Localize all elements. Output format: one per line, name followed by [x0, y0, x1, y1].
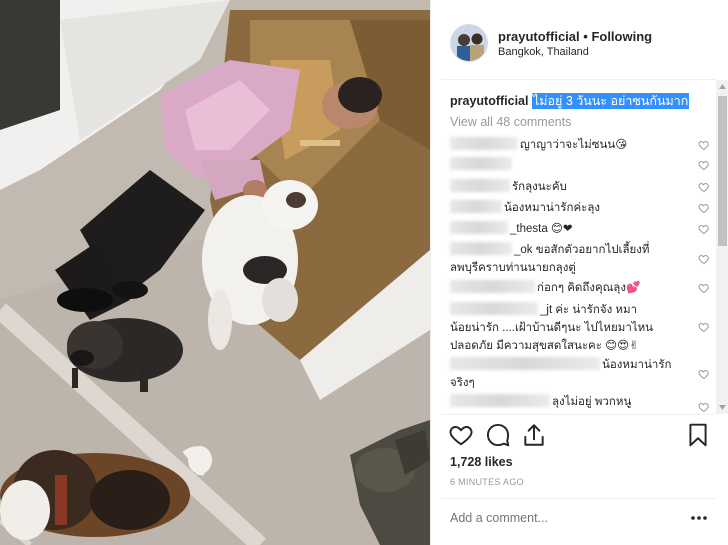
- comment-text: _thesta 😊❤: [510, 223, 573, 235]
- following-button[interactable]: Following: [591, 29, 652, 44]
- comment-text: ลุงไม่อยู่ พวกหนู: [552, 396, 632, 408]
- avatar[interactable]: [450, 24, 488, 62]
- blurred-username: [450, 157, 512, 170]
- comments-list: prayutofficial ไม่อยู่ 3 วันนะ อย่าซนกัน…: [431, 86, 728, 414]
- small-heart-icon[interactable]: [698, 139, 710, 151]
- small-heart-icon[interactable]: [698, 321, 710, 333]
- post-side-panel: prayutofficial • Following Bangkok, Thai…: [430, 0, 728, 545]
- comment-row: ลุงไม่อยู่ พวกหนู: [450, 393, 710, 413]
- comment-row: ก่อกๆ คิดถึงคุณลุง💕: [450, 279, 710, 297]
- likes-count[interactable]: 1,728 likes: [450, 455, 513, 469]
- comment-row: [450, 156, 710, 174]
- small-heart-icon[interactable]: [698, 368, 710, 380]
- blurred-username: [450, 357, 600, 370]
- blurred-username: [450, 137, 518, 150]
- blurred-username: [450, 221, 508, 234]
- caption-username[interactable]: prayutofficial: [450, 94, 529, 108]
- scroll-down-arrow-icon[interactable]: [716, 400, 728, 414]
- location-link[interactable]: Bangkok, Thailand: [498, 46, 589, 58]
- blurred-username: [450, 394, 550, 407]
- comment-text: น้องหมาน่ารัก: [602, 359, 672, 371]
- comment-text-line: จริงๆ: [450, 377, 475, 389]
- separator-dot: •: [583, 29, 588, 44]
- small-heart-icon[interactable]: [698, 202, 710, 214]
- post-photo: [0, 0, 430, 545]
- avatar-image: [451, 25, 487, 61]
- comment-row: _ok ขอสักตัวอยากไปเลี้ยงที่ ลพบุรีคราบท่…: [450, 241, 710, 277]
- comment-text: _jt ค่ะ น่ารักจัง หมา: [540, 304, 638, 316]
- comment-row: ญาญาว่าจะไม่ซนน😘: [450, 136, 710, 154]
- add-comment-input[interactable]: [450, 511, 670, 525]
- view-all-comments-link[interactable]: View all 48 comments: [450, 115, 571, 129]
- comment-text: _ok ขอสักตัวอยากไปเลี้ยงที่: [514, 244, 650, 256]
- post-actions: [431, 420, 728, 452]
- small-heart-icon[interactable]: [698, 223, 710, 235]
- post-image: [0, 0, 430, 545]
- small-heart-icon[interactable]: [698, 159, 710, 171]
- comment-row: รักลุงนะคับ: [450, 178, 710, 196]
- caption-text: ไม่อยู่ 3 วันนะ อย่าซนกันมาก: [531, 93, 690, 109]
- scrollbar-thumb[interactable]: [718, 96, 727, 246]
- blurred-username: [450, 242, 512, 255]
- blurred-username: [450, 302, 538, 315]
- post-header: prayutofficial • Following Bangkok, Thai…: [431, 0, 728, 76]
- post-timestamp: 6 MINUTES AGO: [450, 477, 524, 487]
- small-heart-icon[interactable]: [698, 253, 710, 265]
- comment-text-line: ปลอดภัย มีความสุขสดใสนะคะ 😊😍✌: [450, 340, 639, 352]
- small-heart-icon[interactable]: [698, 181, 710, 193]
- comment-row: _thesta 😊❤: [450, 220, 710, 238]
- comment-row: _jt ค่ะ น่ารักจัง หมา น้อยน่ารัก ....เฝ้…: [450, 301, 710, 355]
- heart-outline-icon[interactable]: [448, 422, 474, 448]
- comment-text: ญาญาว่าจะไม่ซนน😘: [520, 139, 628, 151]
- blurred-username: [450, 179, 510, 192]
- comment-text-line: ลพบุรีคราบท่านนายกลุงตู่: [450, 262, 576, 274]
- small-heart-icon[interactable]: [698, 401, 710, 413]
- comment-row: น้องหมาน่ารักค่ะลุง: [450, 199, 710, 217]
- bookmark-icon[interactable]: [685, 422, 711, 448]
- comment-text: น้องหมาน่ารักค่ะลุง: [504, 202, 600, 214]
- header-username-row: prayutofficial • Following: [498, 29, 652, 44]
- comment-row: น้องหมาน่ารัก จริงๆ: [450, 356, 710, 392]
- actions-divider: [441, 414, 716, 415]
- comment-text: ก่อกๆ คิดถึงคุณลุง💕: [537, 282, 641, 294]
- username-link[interactable]: prayutofficial: [498, 29, 580, 44]
- comments-scrollbar[interactable]: [716, 80, 728, 414]
- caption: prayutofficial ไม่อยู่ 3 วันนะ อย่าซนกัน…: [450, 91, 690, 111]
- blurred-username: [450, 280, 535, 293]
- add-comment-divider: [441, 498, 716, 499]
- comment-text: รักลุงนะคับ: [512, 181, 567, 193]
- more-dots-icon[interactable]: [689, 508, 709, 528]
- small-heart-icon[interactable]: [698, 282, 710, 294]
- speech-bubble-icon[interactable]: [485, 422, 511, 448]
- share-upload-icon[interactable]: [521, 422, 547, 448]
- blurred-username: [450, 200, 502, 213]
- scroll-up-arrow-icon[interactable]: [716, 80, 728, 94]
- comment-text-line: น้อยน่ารัก ....เฝ้าบ้านดีๆนะ ไปไหยมาไหน: [450, 322, 654, 334]
- header-divider: [441, 79, 716, 80]
